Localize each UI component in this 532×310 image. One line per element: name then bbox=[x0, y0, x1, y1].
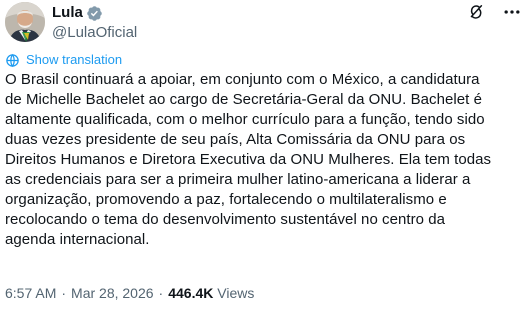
show-translation-label: Show translation bbox=[26, 52, 123, 67]
verified-badge-icon[interactable] bbox=[86, 5, 103, 22]
user-avatar-image bbox=[5, 2, 45, 42]
globe-icon bbox=[5, 53, 20, 68]
author-display-name[interactable]: Lula bbox=[52, 3, 83, 23]
meta-separator: · bbox=[158, 285, 164, 301]
more-options-icon[interactable] bbox=[502, 2, 522, 22]
author-handle[interactable]: @LulaOficial bbox=[52, 23, 137, 43]
tweet-text: O Brasil continuará a apoiar, em conjunt… bbox=[5, 71, 492, 248]
tweet-time[interactable]: 6:57 AM bbox=[5, 285, 56, 301]
tweet-date[interactable]: Mar 28, 2026 bbox=[71, 285, 154, 301]
grok-icon[interactable] bbox=[466, 2, 486, 22]
tweet-metadata: 6:57 AM · Mar 28, 2026 · 446.4K Views bbox=[5, 283, 254, 303]
views-label: Views bbox=[217, 285, 255, 301]
avatar[interactable] bbox=[5, 2, 45, 42]
views-count: 446.4K bbox=[168, 285, 214, 301]
author-name-row: Lula bbox=[52, 3, 103, 23]
tweet-top-actions bbox=[466, 2, 522, 22]
show-translation-link[interactable]: Show translation bbox=[5, 52, 122, 68]
meta-separator: · bbox=[61, 285, 67, 301]
